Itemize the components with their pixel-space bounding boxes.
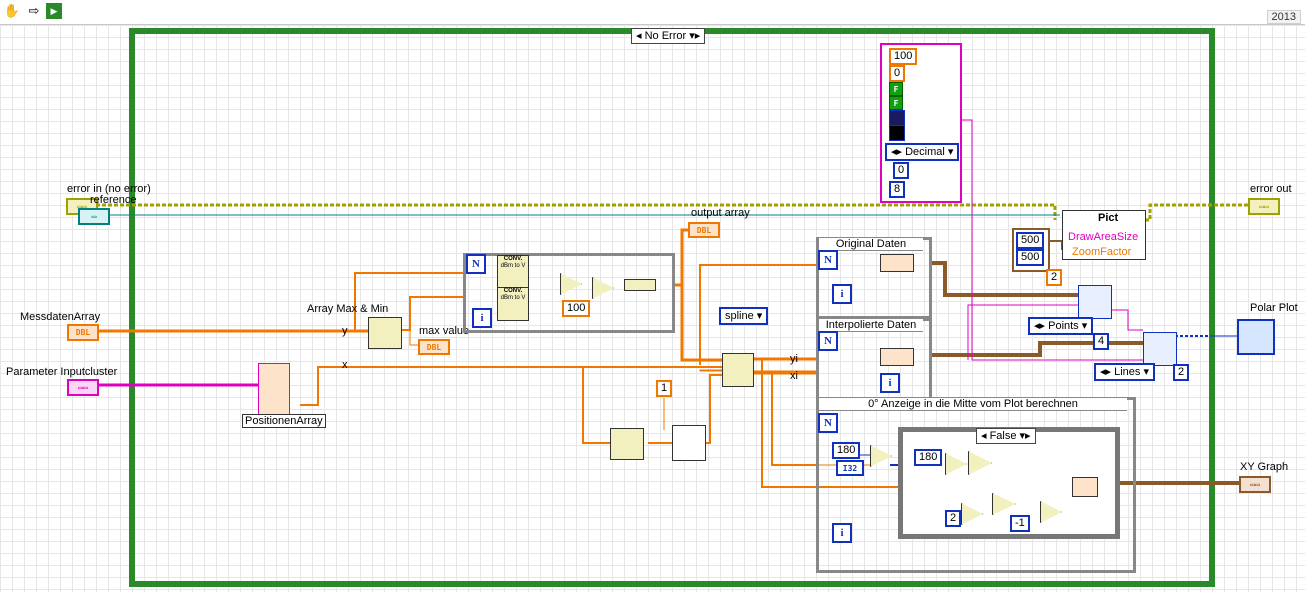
labview-icon[interactable]: ▶ xyxy=(46,3,62,19)
loop-count-icon: N xyxy=(818,413,838,433)
conv-label: CONV. xyxy=(503,288,523,294)
polar-plot-terminal[interactable] xyxy=(1237,319,1275,355)
dbl-type-icon: DBL xyxy=(696,225,712,235)
frame-anzeige-title: 0° Anzeige in die Mitte vom Plot berechn… xyxy=(819,398,1127,411)
const-2-b[interactable]: 2 xyxy=(1173,364,1190,381)
bundle-node-2[interactable] xyxy=(880,348,914,366)
loop-index-icon: i xyxy=(880,373,900,393)
const-180-a[interactable]: 180 xyxy=(832,442,861,459)
const-0-bottom[interactable]: 0 xyxy=(893,162,910,179)
const-8[interactable]: 8 xyxy=(889,181,906,198)
for-loop-1[interactable] xyxy=(463,253,675,333)
loop-count-icon: N xyxy=(818,331,838,351)
yi-label: yi xyxy=(790,353,798,365)
reference-terminal[interactable]: ▭ xyxy=(78,208,110,225)
output-array-indicator[interactable]: DBL xyxy=(688,222,720,238)
color-box-2[interactable] xyxy=(889,125,905,141)
polar-plot-label: Polar Plot xyxy=(1250,302,1298,314)
const-minus1[interactable]: -1 xyxy=(1010,515,1030,532)
hand-icon[interactable]: ✋ xyxy=(4,3,20,19)
conv-label: dBm to V xyxy=(500,263,526,269)
conv-label: CONV. xyxy=(503,256,523,262)
loop-index-icon: i xyxy=(832,284,852,304)
error-out-label: error out xyxy=(1250,183,1292,195)
loop-count-icon: N xyxy=(466,254,486,274)
polar-node-2[interactable] xyxy=(1143,332,1177,366)
graph-icon: ▭▭ xyxy=(1250,480,1260,489)
const-180-b[interactable]: 180 xyxy=(914,449,943,466)
refnum-icon: ▭ xyxy=(91,212,97,221)
bool-label: F xyxy=(893,98,899,108)
const-1[interactable]: 1 xyxy=(656,380,673,397)
loop-index-icon: i xyxy=(472,308,492,328)
const-500-a[interactable]: 500 xyxy=(1016,232,1045,249)
max-value-label: max value xyxy=(419,325,470,337)
max-value-indicator[interactable]: DBL xyxy=(418,339,450,355)
points-ring[interactable]: ◂▸ Points ▾ xyxy=(1028,317,1094,335)
reference-label: reference xyxy=(90,194,137,206)
bool-f1[interactable]: F xyxy=(889,82,903,96)
inner-case-selector[interactable]: ◂ False ▾▸ xyxy=(976,428,1036,444)
ramp-node[interactable] xyxy=(672,425,706,461)
bool-f2[interactable]: F xyxy=(889,96,903,110)
parameter-label: Parameter Inputcluster xyxy=(6,366,118,378)
const-100-top[interactable]: 100 xyxy=(889,48,918,65)
decimal-ring[interactable]: ◂▸ Decimal ▾ xyxy=(885,143,960,161)
dbl-type-icon: DBL xyxy=(426,342,442,352)
array-maxmin-node[interactable] xyxy=(368,317,402,349)
const-100[interactable]: 100 xyxy=(562,300,591,317)
pict-title: Pict xyxy=(1098,212,1119,224)
conv-node-2[interactable]: CONV. dBm to V xyxy=(497,287,529,321)
array-maxmin-label: Array Max & Min xyxy=(307,303,389,315)
bool-label: F xyxy=(893,84,899,94)
unbundle-node[interactable] xyxy=(258,363,290,415)
pict-zoom: ZoomFactor xyxy=(1072,246,1132,258)
loop-index-icon: i xyxy=(832,523,852,543)
interpolate-node[interactable] xyxy=(722,353,754,387)
conv-label: dBm to V xyxy=(500,295,526,301)
loop-count-icon: N xyxy=(818,250,838,270)
lines-label: Lines xyxy=(1114,366,1141,378)
parameter-terminal[interactable]: ▭▭ xyxy=(67,379,99,396)
pict-drawarea: DrawAreaSize xyxy=(1068,231,1139,243)
messdaten-label: MessdatenArray xyxy=(20,311,101,323)
version-label: 2013 xyxy=(1266,10,1301,24)
cluster-icon: ▭▭ xyxy=(1259,202,1269,211)
xy-graph-terminal[interactable]: ▭▭ xyxy=(1239,476,1271,493)
x-label: x xyxy=(342,359,348,371)
toolbar: ✋ ⇨ ▶ 2013 xyxy=(0,0,1305,25)
conv-node-1[interactable]: CONV. dBm to V xyxy=(497,255,529,289)
run-arrow-icon[interactable]: ⇨ xyxy=(26,3,42,19)
polar-node-1[interactable] xyxy=(1078,285,1112,319)
messdaten-terminal[interactable]: DBL xyxy=(67,324,99,341)
color-box-1[interactable] xyxy=(889,110,905,126)
output-array-label: output array xyxy=(691,207,750,219)
bundle-node-1[interactable] xyxy=(880,254,914,272)
const-2-inner[interactable]: 2 xyxy=(945,510,962,527)
decimal-label: Decimal xyxy=(905,146,945,158)
xy-graph-label: XY Graph xyxy=(1240,461,1289,473)
xi-label: xi xyxy=(790,370,798,382)
const-500-b[interactable]: 500 xyxy=(1016,249,1045,266)
y-label: y xyxy=(342,325,348,337)
array-maxmin-node-2[interactable] xyxy=(610,428,644,460)
const-4[interactable]: 4 xyxy=(1093,333,1110,350)
build-array-node[interactable] xyxy=(624,279,656,291)
spline-label: spline xyxy=(725,310,754,322)
dbl-type-icon: DBL xyxy=(75,328,91,337)
lines-ring[interactable]: ◂▸ Lines ▾ xyxy=(1094,363,1155,381)
inner-case-label: False xyxy=(989,430,1017,442)
positionen-label: PositionenArray xyxy=(242,414,326,428)
error-out-terminal[interactable]: ▭▭ xyxy=(1248,198,1280,215)
bundle-node-3[interactable] xyxy=(1072,477,1098,497)
spline-ring[interactable]: spline ▾ xyxy=(719,307,769,325)
points-label: Points xyxy=(1048,320,1079,332)
i32-label: I32 xyxy=(842,463,858,473)
cluster-icon: ▭▭ xyxy=(78,383,88,392)
const-2-a[interactable]: 2 xyxy=(1046,269,1063,286)
block-diagram: ◂ No Error ▾▸ error in (no error) ▭▭ ref… xyxy=(0,25,1305,592)
i32-convert[interactable]: I32 xyxy=(836,460,864,476)
const-0-top[interactable]: 0 xyxy=(889,65,906,82)
